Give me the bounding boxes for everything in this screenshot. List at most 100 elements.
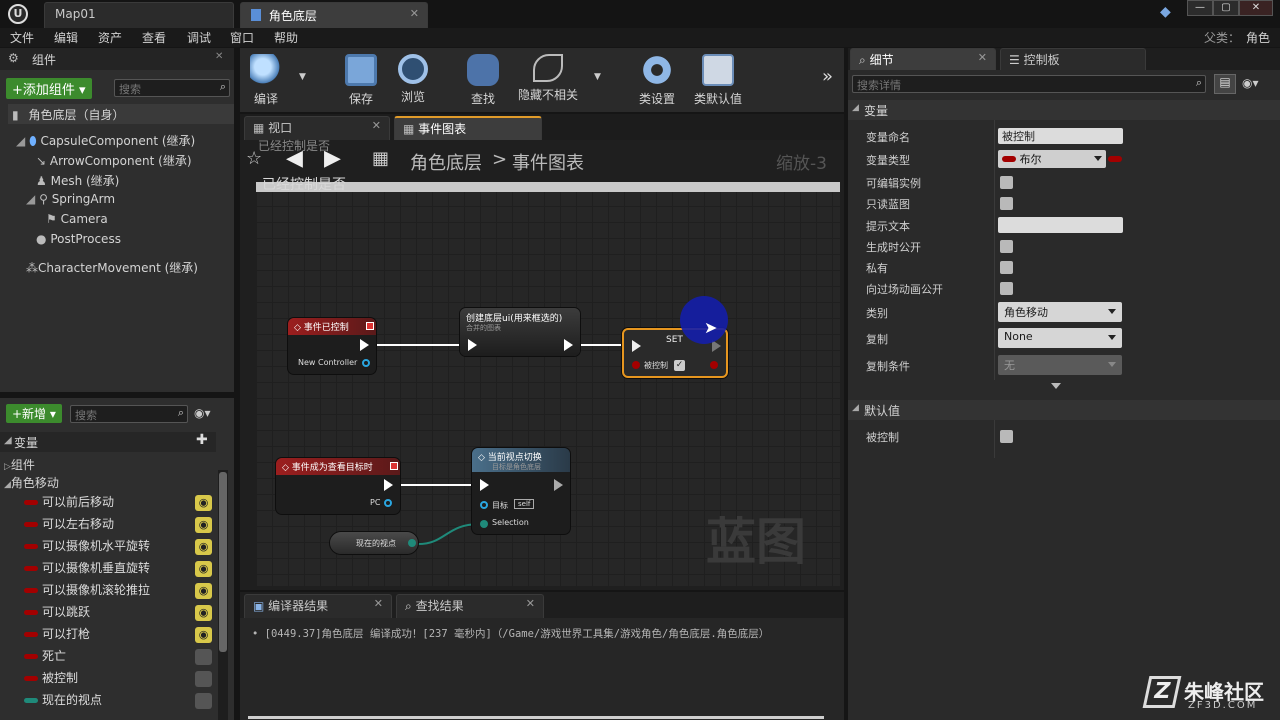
close-icon[interactable]: ✕	[978, 51, 987, 64]
tab-compiler-results[interactable]: ▣ 编译器结果 ✕	[244, 594, 392, 618]
eye-open-icon[interactable]: ◉	[195, 495, 212, 511]
component-springarm[interactable]: ◢ ⚲ SpringArm	[26, 192, 115, 206]
close-window-button[interactable]: ✕	[1239, 0, 1273, 16]
class-settings-button[interactable]: 类设置	[631, 50, 683, 108]
container-type-button[interactable]	[1108, 156, 1122, 162]
category-components[interactable]: ▷组件	[4, 456, 35, 473]
menu-debug[interactable]: 调试	[187, 29, 211, 46]
close-icon[interactable]: ✕	[374, 597, 383, 610]
details-search-input[interactable]: 搜索详情 ⌕	[852, 75, 1206, 93]
add-new-button[interactable]: +新增 ▾	[6, 404, 62, 423]
variable-row[interactable]: 可以跳跃	[24, 602, 214, 624]
log-scrollbar[interactable]	[248, 716, 824, 719]
component-camera[interactable]: ⚑ Camera	[46, 212, 108, 226]
collapse-icon[interactable]: ◢	[4, 435, 12, 446]
replication-dropdown[interactable]: None	[998, 328, 1122, 348]
property-matrix-button[interactable]: ▤	[1214, 74, 1236, 94]
node-event-view-target[interactable]: ◇ 事件成为查看目标时 PC	[276, 458, 400, 514]
exec-out-pin[interactable]	[564, 339, 573, 351]
close-icon[interactable]: ✕	[372, 119, 381, 132]
eye-open-icon[interactable]: ◉	[195, 627, 212, 643]
component-postprocess[interactable]: ● PostProcess	[36, 232, 121, 246]
collapse-icon[interactable]: ◢	[4, 480, 11, 490]
eye-open-icon[interactable]: ◉	[195, 539, 212, 555]
eye-open-icon[interactable]: ◉	[195, 517, 212, 533]
component-charmovement[interactable]: ⁂CharacterMovement (继承)	[26, 259, 198, 276]
variable-row[interactable]: 可以左右移动	[24, 514, 214, 536]
variable-row[interactable]: 被控制	[24, 668, 214, 690]
menu-help[interactable]: 帮助	[274, 29, 298, 46]
exec-in-pin[interactable]	[632, 340, 641, 352]
component-capsule[interactable]: ◢ ⬮ CapsuleComponent (继承)	[16, 132, 195, 149]
menu-edit[interactable]: 编辑	[54, 29, 78, 46]
readonly-checkbox[interactable]	[1000, 197, 1013, 210]
bool-out-pin[interactable]	[710, 361, 718, 369]
exec-in-pin[interactable]	[468, 339, 477, 351]
variable-row[interactable]: 现在的视点	[24, 690, 214, 712]
current-view-out-pin[interactable]	[408, 539, 416, 547]
tab-map01[interactable]: Map01	[44, 2, 234, 28]
editable-checkbox[interactable]	[1000, 176, 1013, 189]
hide-unrelated-dropdown[interactable]: ▼	[594, 72, 601, 82]
set-value-checkbox[interactable]: ✓	[674, 360, 685, 371]
find-button[interactable]: 查找	[457, 50, 509, 108]
component-mesh[interactable]: ♟ Mesh (继承)	[36, 172, 119, 189]
eye-filter-icon[interactable]: ◉▾	[194, 406, 211, 420]
source-control-icon[interactable]: ◆	[1160, 4, 1176, 20]
eye-open-icon[interactable]: ◉	[195, 605, 212, 621]
breadcrumb-root[interactable]: 角色底层	[410, 149, 482, 175]
eye-closed-icon[interactable]	[195, 693, 212, 709]
tab-find-results[interactable]: ⌕ 查找结果 ✕	[396, 594, 544, 618]
section-variable-header[interactable]: ◢ 变量	[848, 100, 1280, 120]
maximize-button[interactable]: ▢	[1213, 0, 1239, 16]
tab-event-graph[interactable]: ▦ 事件图表	[394, 116, 542, 140]
node-event-possessed[interactable]: ◇ 事件已控制 New Controller	[288, 318, 376, 374]
toolbar-overflow-icon[interactable]: »	[822, 66, 833, 87]
variable-name-input[interactable]: 被控制	[998, 128, 1123, 144]
node-current-view[interactable]: 现在的视点	[330, 532, 418, 554]
expose-on-spawn-checkbox[interactable]	[1000, 240, 1013, 253]
variables-section-header[interactable]: ◢ 变量 ✚	[0, 432, 216, 452]
target-self-value[interactable]: self	[514, 499, 535, 509]
collapse-icon[interactable]: ◢	[852, 403, 859, 413]
class-defaults-button[interactable]: 类默认值	[690, 50, 746, 108]
blueprint-search-input[interactable]: 搜索 ⌕	[70, 405, 188, 423]
hide-unrelated-button[interactable]: 隐藏不相关	[513, 50, 583, 108]
target-pin[interactable]	[480, 501, 488, 509]
advanced-expand-icon[interactable]	[1051, 383, 1061, 389]
eye-open-icon[interactable]: ◉	[195, 561, 212, 577]
eye-visibility-icon[interactable]: ◉▾	[1242, 76, 1259, 90]
delegate-pin[interactable]	[390, 462, 398, 470]
exec-in-pin[interactable]	[480, 479, 489, 491]
default-value-checkbox[interactable]	[1000, 430, 1013, 443]
compile-options-dropdown[interactable]: ▼	[299, 72, 306, 82]
variables-scrollbar[interactable]	[218, 470, 228, 720]
add-variable-button[interactable]: ✚	[196, 432, 208, 448]
component-arrow[interactable]: ↘ ArrowComponent (继承)	[36, 152, 192, 169]
browse-button[interactable]: 浏览	[387, 50, 439, 108]
section-default-header[interactable]: ◢ 默认值	[848, 400, 1280, 420]
menu-window[interactable]: 窗口	[230, 29, 254, 46]
variable-row[interactable]: 可以前后移动	[24, 492, 214, 514]
tab-blueprint[interactable]: 角色底层 ✕	[240, 2, 428, 28]
variable-row[interactable]: 可以摄像机垂直旋转	[24, 558, 214, 580]
variable-type-dropdown[interactable]: 布尔	[998, 150, 1106, 168]
menu-file[interactable]: 文件	[10, 29, 34, 46]
replication-condition-dropdown[interactable]: 无	[998, 355, 1122, 375]
expand-icon[interactable]: ◢	[16, 134, 25, 148]
compile-button[interactable]: 编译	[240, 50, 292, 108]
pc-pin[interactable]	[384, 499, 392, 507]
graph-canvas[interactable]: 已经控制是否 ◇ 事件已控制 New Controller 创建底层ui(用来框…	[256, 177, 840, 586]
close-icon[interactable]: ✕	[526, 597, 535, 610]
tooltip-input[interactable]	[998, 217, 1123, 233]
variable-row[interactable]: 可以摄像机滚轮推拉	[24, 580, 214, 602]
eye-open-icon[interactable]: ◉	[195, 583, 212, 599]
variable-row[interactable]: 可以摄像机水平旋转	[24, 536, 214, 558]
close-icon[interactable]: ✕	[215, 51, 223, 62]
breadcrumb-leaf[interactable]: 事件图表	[512, 149, 584, 175]
close-icon[interactable]: ✕	[410, 7, 419, 20]
menu-asset[interactable]: 资产	[98, 29, 122, 46]
node-set-view-target[interactable]: ◇ 当前视点切换 目标是角色底层 目标 self Selection	[472, 448, 570, 534]
collapse-icon[interactable]: ◢	[852, 103, 859, 113]
cinematics-checkbox[interactable]	[1000, 282, 1013, 295]
